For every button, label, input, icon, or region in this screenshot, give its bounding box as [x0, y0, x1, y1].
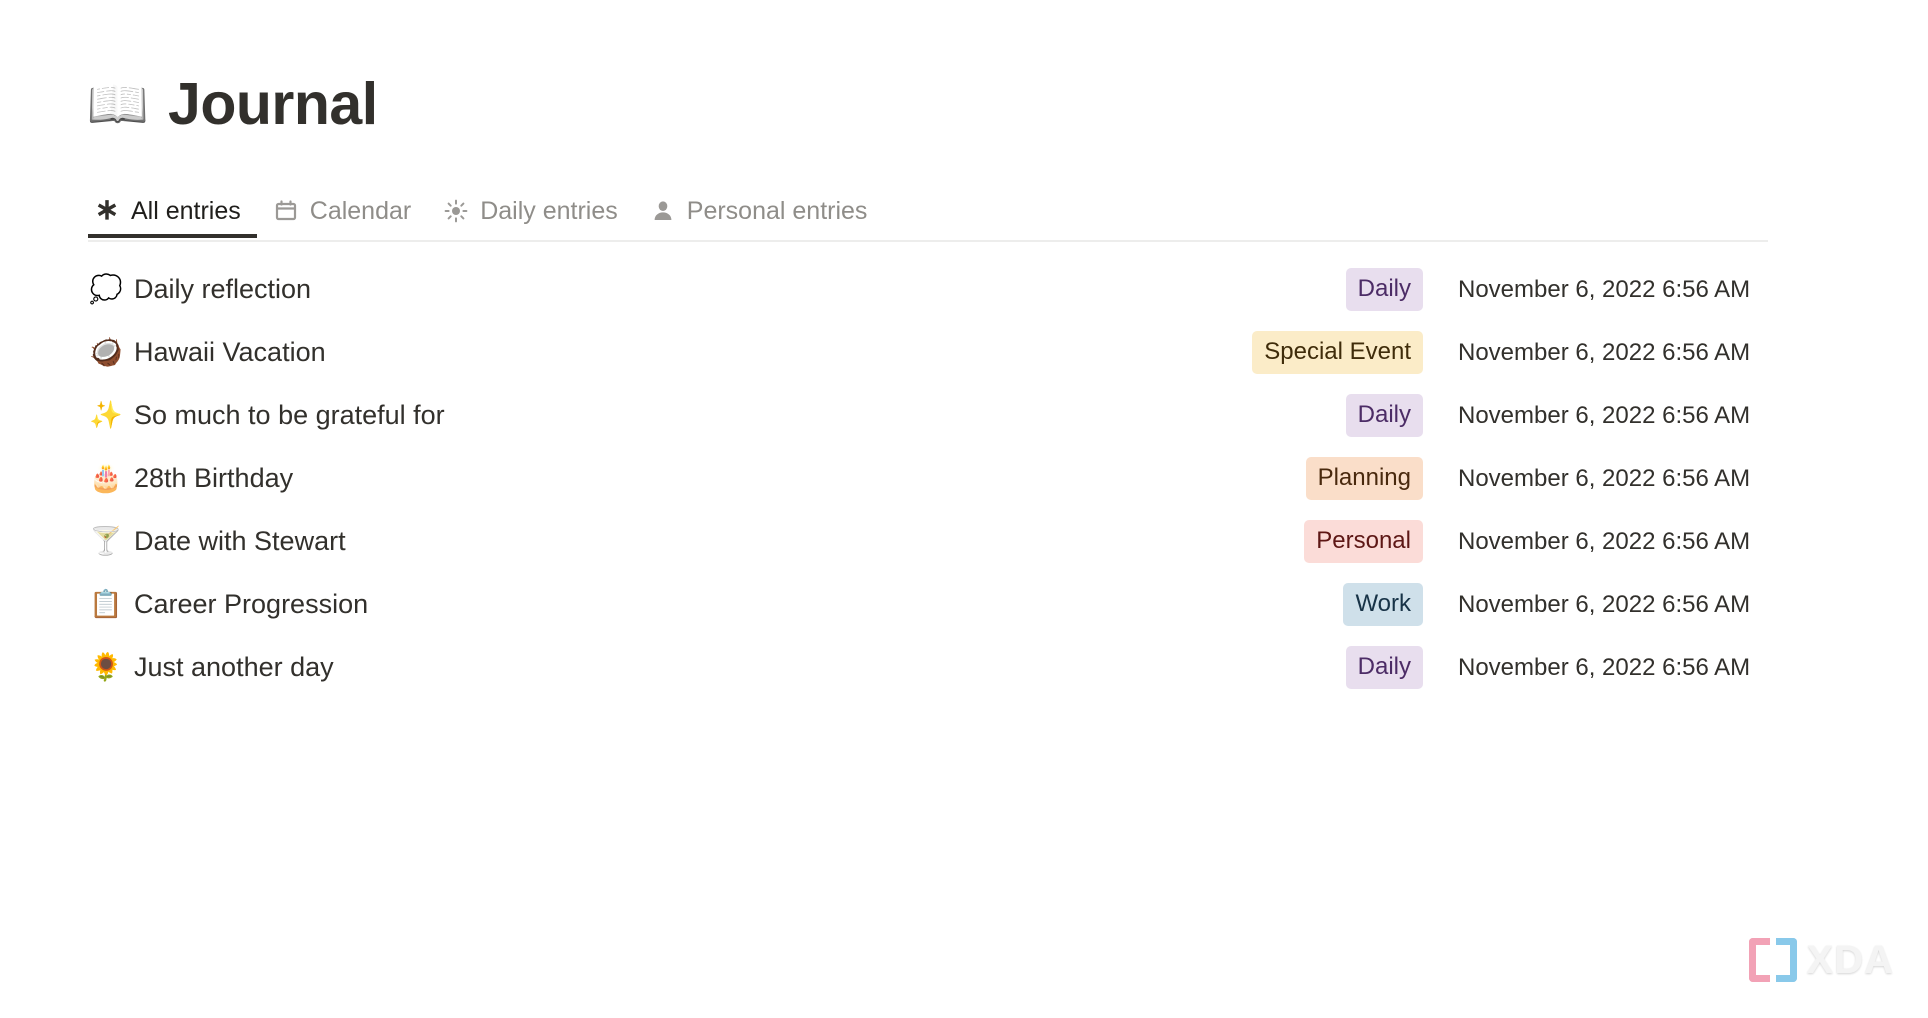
entries-list: 💭 Daily reflection Daily November 6, 2022 6… — [88, 258, 1778, 699]
birthday-cake-emoji: 🎂 — [89, 463, 123, 493]
tab-label: Personal entries — [686, 196, 868, 225]
sparkles-emoji: ✨ — [89, 400, 123, 430]
tag-cell: Planning — [1173, 457, 1423, 500]
xda-watermark-text: XDA — [1806, 938, 1894, 982]
page-header: 📖 Journal — [86, 68, 378, 140]
entry-title[interactable]: Hawaii Vacation — [134, 339, 326, 366]
status-badge[interactable]: Work — [1343, 583, 1423, 626]
xda-bracket-icon — [1748, 938, 1797, 982]
journal-page: 📖 Journal All entries Calendar Daily entri… — [0, 0, 1928, 1018]
tag-cell: Special Event — [1173, 331, 1423, 374]
tab-label: Daily entries — [480, 196, 618, 225]
entry-date: November 6, 2022 6:56 AM — [1458, 401, 1751, 429]
entry-title[interactable]: So much to be grateful for — [134, 402, 445, 429]
entry-title[interactable]: Daily reflection — [134, 276, 311, 303]
table-row[interactable]: 🥥 Hawaii Vacation Special Event November 6,… — [88, 321, 1778, 384]
entry-date: November 6, 2022 6:56 AM — [1458, 338, 1751, 366]
open-book-emoji: 📖 — [86, 76, 150, 132]
tab-label: All entries — [131, 196, 241, 225]
tab-all-entries[interactable]: All entries — [88, 186, 257, 238]
coconut-emoji: 🥥 — [89, 337, 123, 367]
xda-watermark: XDA — [1748, 938, 1894, 982]
table-row[interactable]: 📋 Career Progression Work November 6, 2022 … — [88, 573, 1778, 636]
person-icon — [650, 198, 676, 224]
tab-label: Calendar — [309, 196, 412, 225]
tag-cell: Daily — [1173, 268, 1423, 311]
entry-date: November 6, 2022 6:56 AM — [1458, 590, 1751, 618]
status-badge[interactable]: Daily — [1345, 268, 1423, 311]
tab-calendar[interactable]: Calendar — [257, 186, 427, 236]
entry-date: November 6, 2022 6:56 AM — [1458, 275, 1751, 303]
asterisk-icon — [94, 198, 120, 224]
entry-date: November 6, 2022 6:56 AM — [1458, 464, 1751, 492]
status-badge[interactable]: Planning — [1305, 457, 1423, 500]
thought-balloon-emoji: 💭 — [89, 274, 123, 304]
entry-title[interactable]: Career Progression — [134, 591, 368, 618]
clipboard-emoji: 📋 — [89, 589, 123, 619]
status-badge[interactable]: Daily — [1345, 394, 1423, 437]
entry-date: November 6, 2022 6:56 AM — [1458, 653, 1751, 681]
sun-icon — [443, 198, 469, 224]
calendar-icon — [273, 198, 299, 224]
status-badge[interactable]: Personal — [1304, 520, 1423, 563]
tab-personal-entries[interactable]: Personal entries — [634, 186, 884, 236]
table-row[interactable]: ✨ So much to be grateful for Daily November… — [88, 384, 1778, 447]
entry-title[interactable]: Date with Stewart — [134, 528, 346, 555]
tab-daily-entries[interactable]: Daily entries — [427, 186, 634, 236]
view-tabbar: All entries Calendar Daily entries Personal… — [88, 186, 1768, 242]
sunflower-emoji: 🌻 — [89, 652, 123, 682]
tag-cell: Daily — [1173, 646, 1423, 689]
cocktail-glass-emoji: 🍸 — [89, 526, 123, 556]
table-row[interactable]: 🍸 Date with Stewart Personal November 6, 20… — [88, 510, 1778, 573]
status-badge[interactable]: Daily — [1345, 646, 1423, 689]
tag-cell: Daily — [1173, 394, 1423, 437]
table-row[interactable]: 💭 Daily reflection Daily November 6, 2022 6… — [88, 258, 1778, 321]
table-row[interactable]: 🌻 Just another day Daily November 6, 2022 6… — [88, 636, 1778, 699]
tag-cell: Personal — [1173, 520, 1423, 563]
entry-title[interactable]: 28th Birthday — [134, 465, 293, 492]
page-title: Journal — [168, 70, 378, 137]
entry-date: November 6, 2022 6:56 AM — [1458, 527, 1751, 555]
table-row[interactable]: 🎂 28th Birthday Planning November 6, 2022 6… — [88, 447, 1778, 510]
tag-cell: Work — [1173, 583, 1423, 626]
entry-title[interactable]: Just another day — [134, 654, 334, 681]
status-badge[interactable]: Special Event — [1252, 331, 1423, 374]
